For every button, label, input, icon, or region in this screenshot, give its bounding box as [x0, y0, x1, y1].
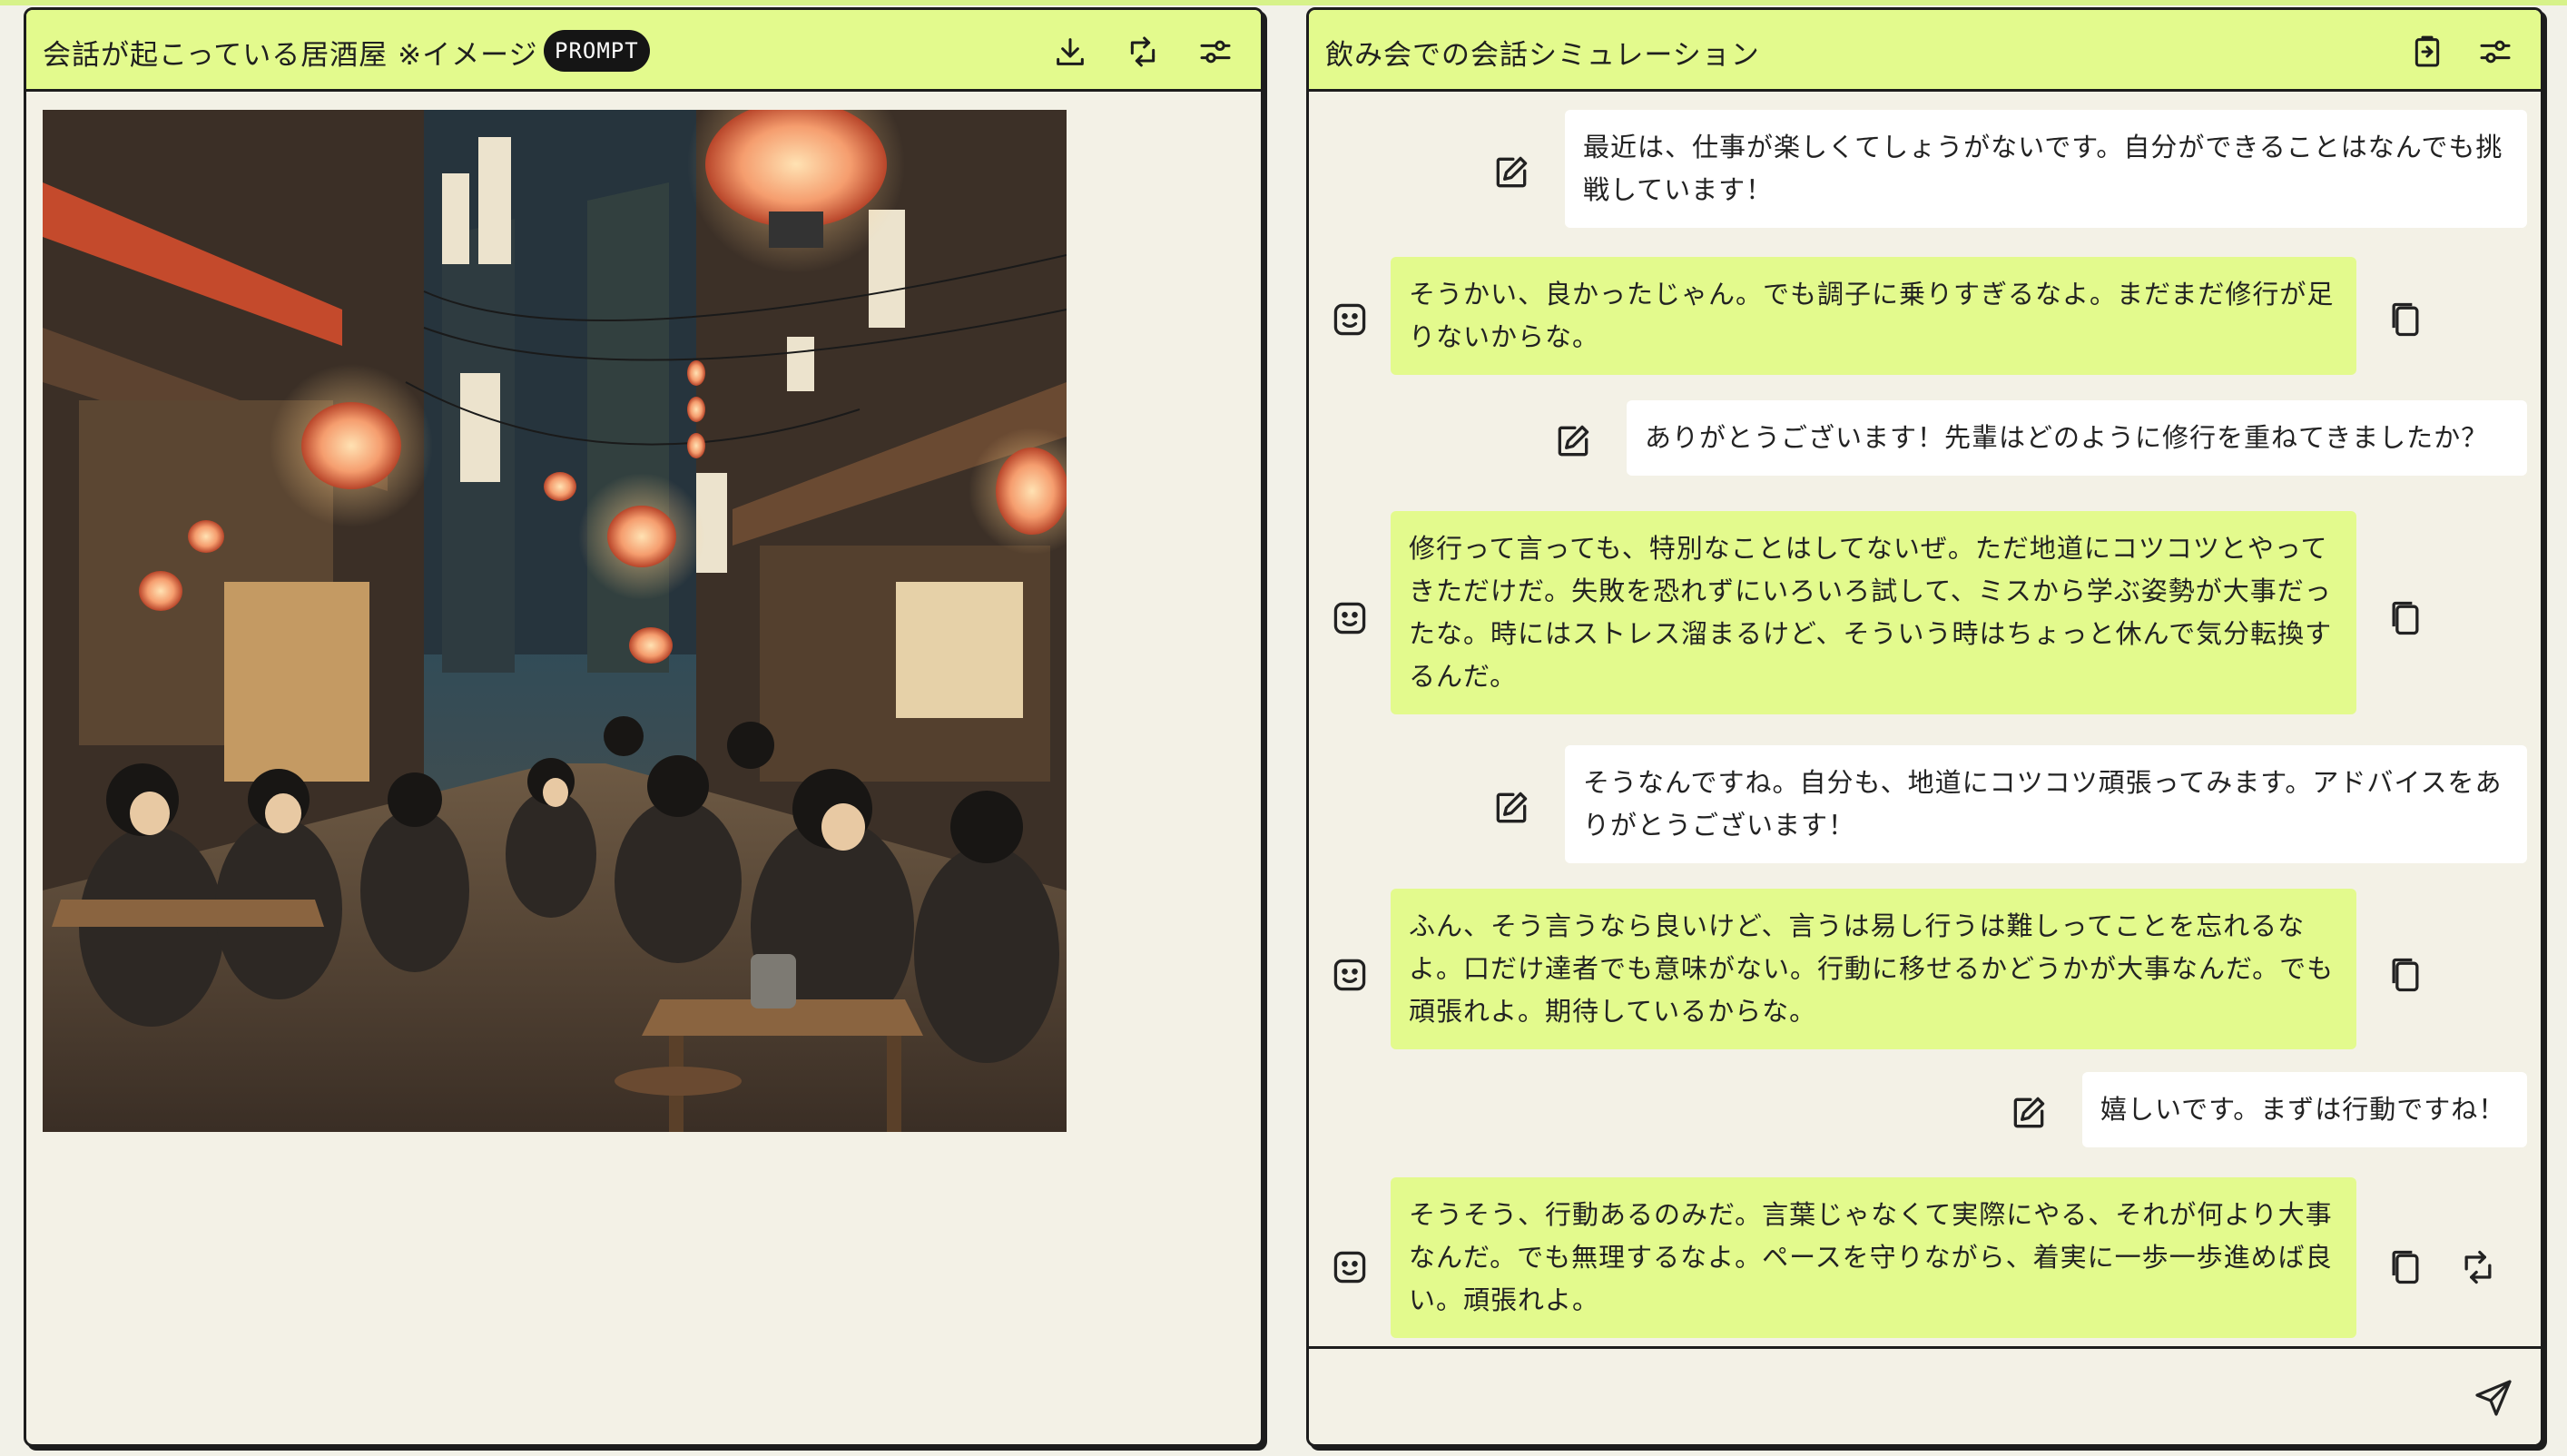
- bot-avatar-icon: [1327, 297, 1372, 342]
- image-panel-title: 会話が起こっている居酒屋 ※イメージ: [43, 39, 538, 72]
- settings-sliders-icon[interactable]: [1195, 32, 1235, 72]
- message-input[interactable]: [1323, 1362, 2440, 1429]
- composer: [1309, 1346, 2541, 1444]
- edit-icon[interactable]: [1489, 785, 1534, 831]
- regenerate-icon[interactable]: [1123, 32, 1163, 72]
- bot-avatar-icon: [1327, 952, 1372, 998]
- bot-message: 修行って言っても、特別なことはしてないぜ。ただ地道にコツコツとやってきただけだ。…: [1391, 511, 2356, 714]
- user-message: 最近は、仕事が楽しくてしょうがないです。自分ができることはなんでも挑戦しています…: [1565, 110, 2527, 228]
- edit-icon[interactable]: [2006, 1090, 2051, 1136]
- top-accent-line: [0, 0, 2567, 5]
- edit-icon[interactable]: [1489, 150, 1534, 195]
- image-panel-header: 会話が起こっている居酒屋 ※イメージ PROMPT: [26, 10, 1261, 92]
- bot-message: そうかい、良かったじゃん。でも調子に乗りすぎるなよ。まだまだ修行が足りないからな…: [1391, 257, 2356, 375]
- bot-message: ふん、そう言うなら良いけど、言うは易し行うは難しってことを忘れるなよ。口だけ達者…: [1391, 889, 2356, 1049]
- bot-message: そうそう、行動あるのみだ。言葉じゃなくて実際にやる、それが何より大事なんだ。でも…: [1391, 1177, 2356, 1338]
- user-message: そうなんですね。自分も、地道にコツコツ頑張ってみます。アドバイスをありがとうござ…: [1565, 745, 2527, 863]
- user-message: 嬉しいです。まずは行動ですね！: [2082, 1072, 2527, 1147]
- settings-sliders-icon[interactable]: [2475, 32, 2515, 72]
- user-message: ありがとうございます！先輩はどのように修行を重ねてきましたか？: [1627, 400, 2527, 476]
- copy-icon[interactable]: [2383, 297, 2428, 342]
- copy-icon[interactable]: [2383, 595, 2428, 641]
- send-icon[interactable]: [2468, 1372, 2519, 1423]
- download-icon[interactable]: [1050, 32, 1090, 72]
- copy-icon[interactable]: [2383, 1244, 2428, 1290]
- regenerate-icon[interactable]: [2455, 1244, 2501, 1290]
- chat-panel: 飲み会での会話シミュレーション 最近は、仕事が楽しくてしょうがないです。自分がで…: [1306, 7, 2543, 1447]
- chat-panel-title: 飲み会での会話シミュレーション: [1325, 39, 1760, 72]
- edit-icon[interactable]: [1550, 418, 1596, 464]
- export-icon[interactable]: [2407, 32, 2447, 72]
- prompt-badge[interactable]: PROMPT: [544, 30, 650, 72]
- izakaya-illustration: [43, 110, 1067, 1132]
- bot-avatar-icon: [1327, 595, 1372, 641]
- copy-icon[interactable]: [2383, 952, 2428, 998]
- image-panel: 会話が起こっている居酒屋 ※イメージ PROMPT: [24, 7, 1264, 1447]
- chat-panel-header: 飲み会での会話シミュレーション: [1309, 10, 2541, 92]
- bot-avatar-icon: [1327, 1244, 1372, 1290]
